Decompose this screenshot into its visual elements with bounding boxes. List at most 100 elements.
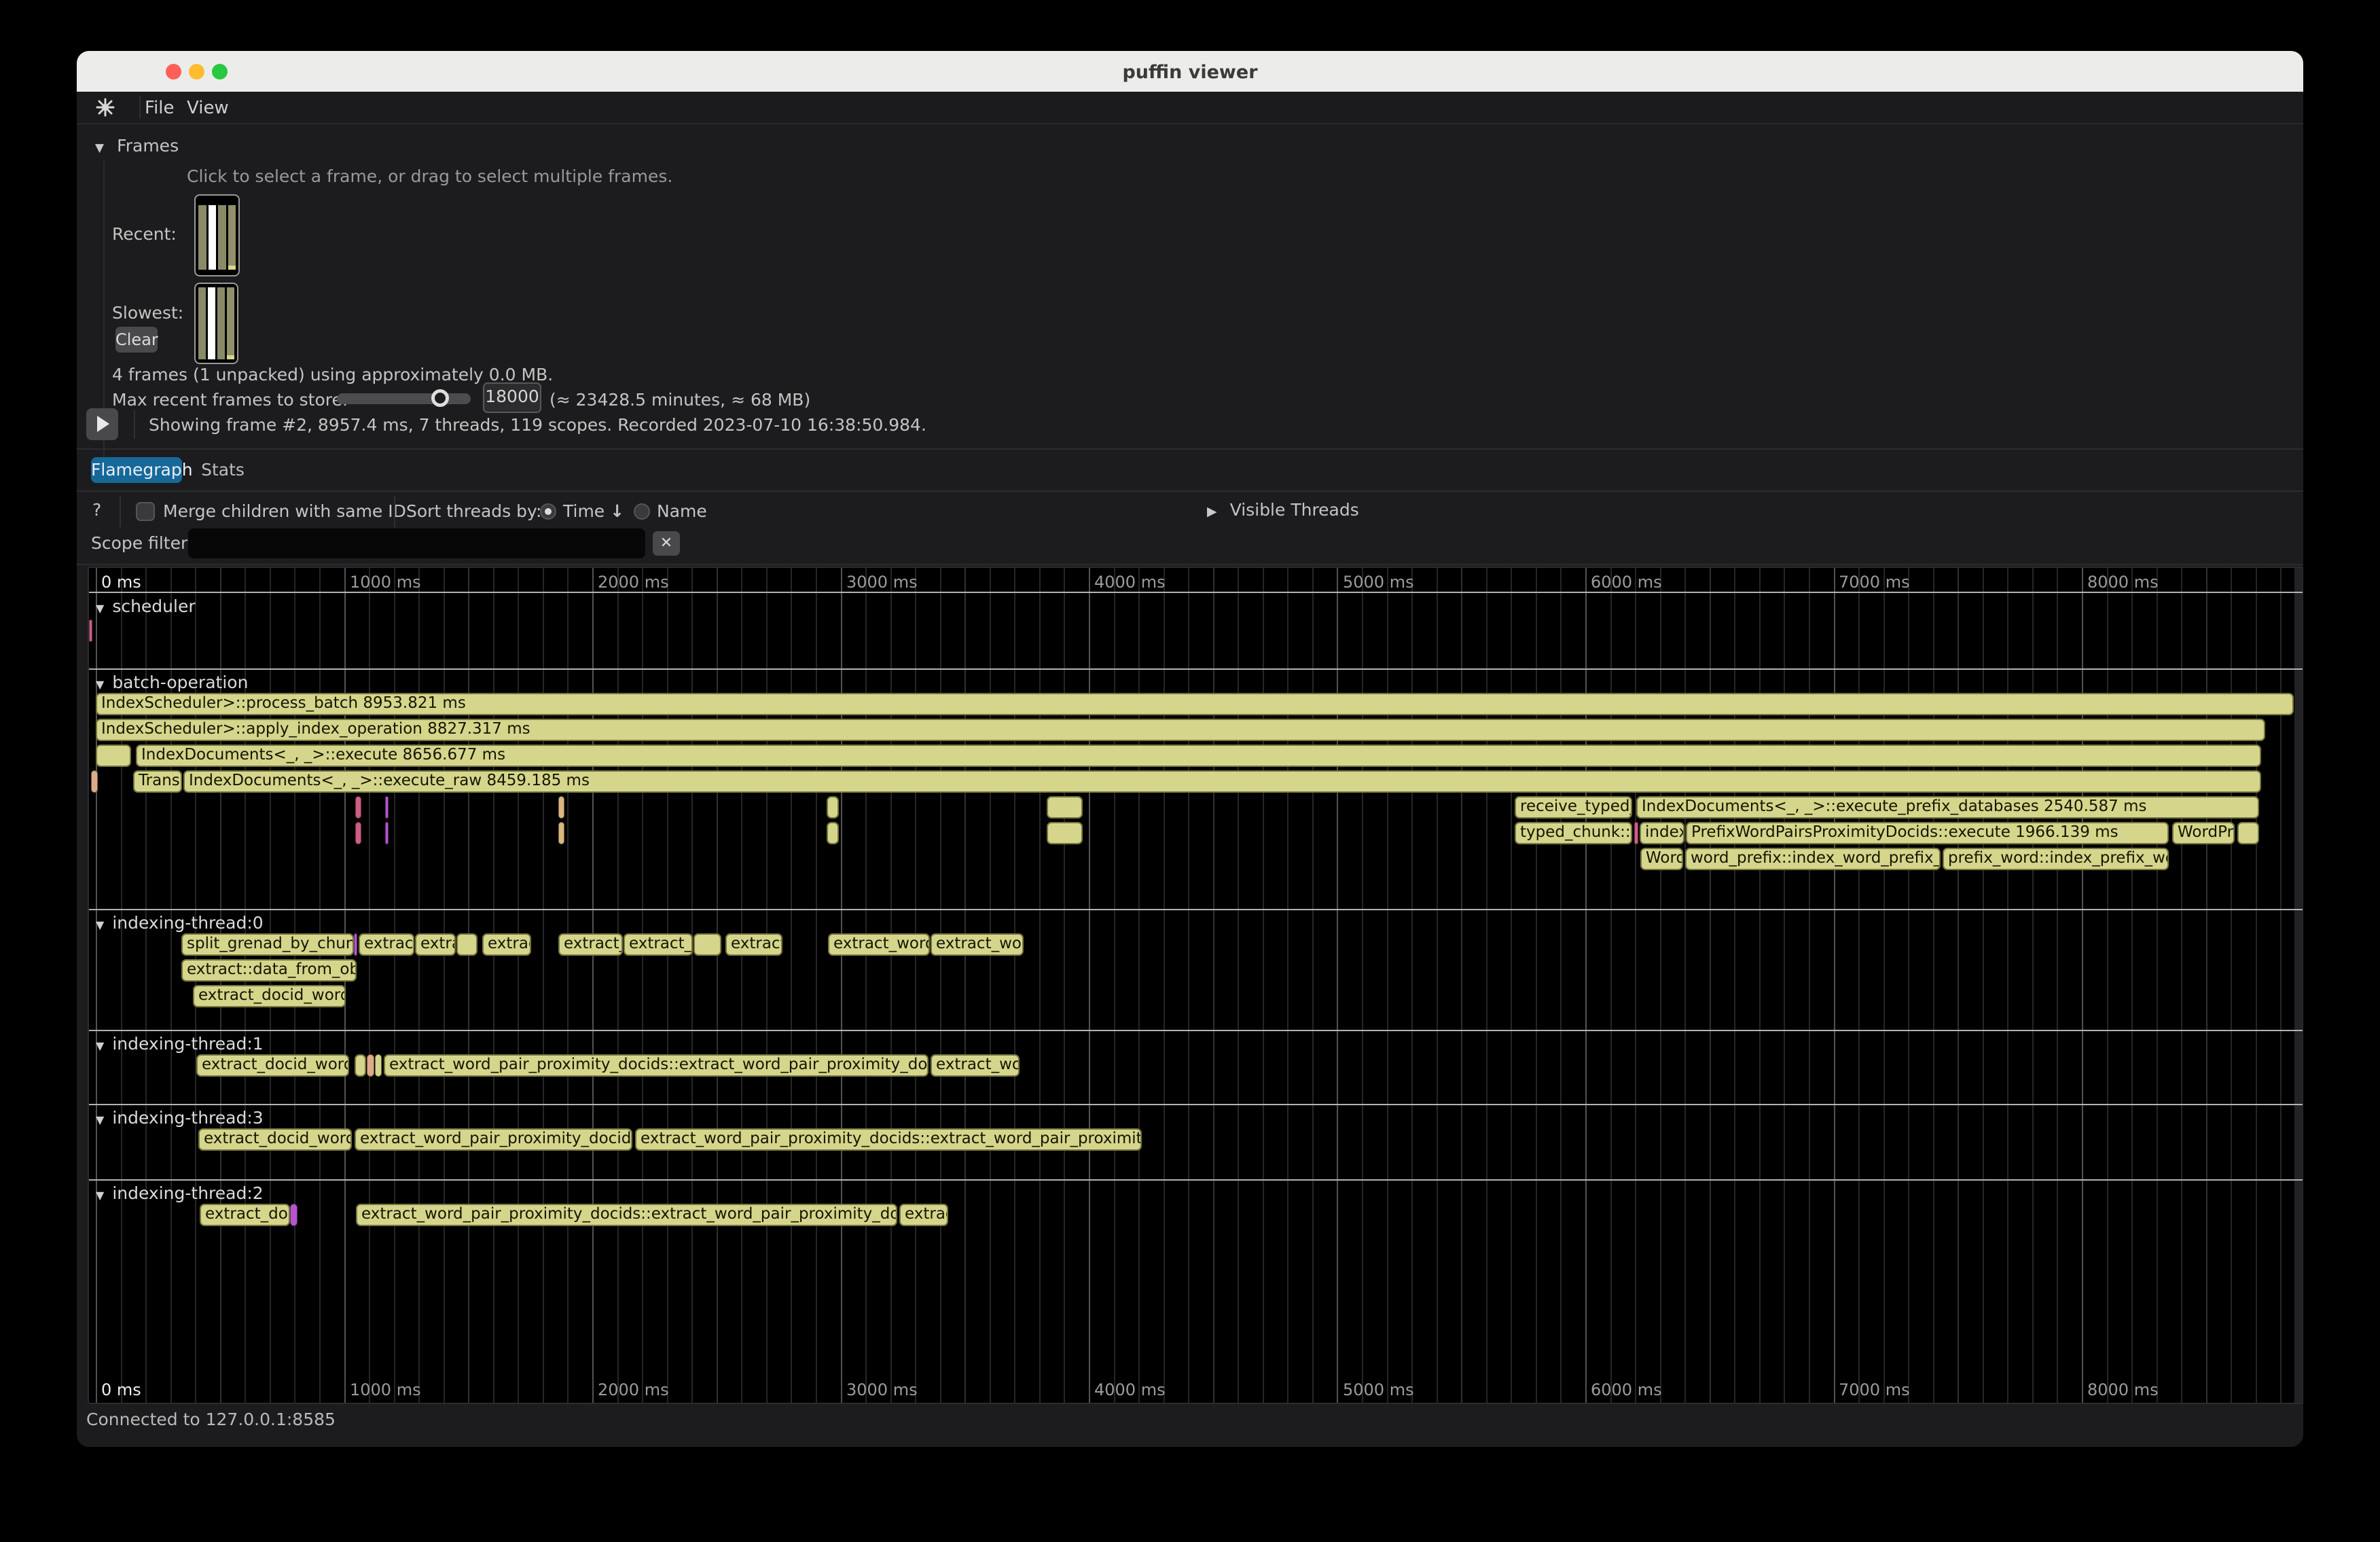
flamegraph-canvas[interactable]: 0 ms0 ms1000 ms1000 ms2000 ms2000 ms3000… <box>88 567 2303 1404</box>
scope-bar[interactable]: extract <box>359 933 414 956</box>
merge-children-checkbox[interactable] <box>136 502 155 521</box>
help-button[interactable]: ? <box>92 500 101 520</box>
scope-bar[interactable]: PrefixWordPairsProximityDocids::execute … <box>1686 822 2169 844</box>
frame-thumbnail-bar[interactable] <box>209 205 217 270</box>
scope-bar[interactable] <box>385 822 389 844</box>
scope-bar[interactable] <box>385 796 389 819</box>
scope-bar[interactable] <box>2237 822 2259 844</box>
scope-bar[interactable]: IndexDocuments<_, _>::execute 8656.677 m… <box>136 745 2261 767</box>
slowest-frames-thumbnail[interactable] <box>194 283 238 364</box>
scope-bar[interactable]: extract_word <box>828 933 930 956</box>
tab-flamegraph[interactable]: Flamegraph <box>91 457 182 483</box>
collapse-right-triangle-icon: ▶ <box>1207 504 1217 519</box>
collapse-triangle-icon: ▼ <box>96 1039 104 1052</box>
scope-bar[interactable]: index <box>1640 822 1684 844</box>
frame-thumbnail-bar[interactable] <box>198 287 206 359</box>
menu-divider <box>139 96 141 119</box>
scope-bar[interactable]: extract_docid_word <box>196 1054 349 1077</box>
max-frames-value[interactable]: 18000 <box>483 382 541 413</box>
scope-bar[interactable]: receive_typed_ <box>1515 796 1632 819</box>
scope-bar[interactable] <box>693 933 721 956</box>
scope-bar[interactable]: extract_wo <box>931 933 1024 956</box>
scope-bar[interactable]: extrac <box>482 933 531 956</box>
theme-sun-icon[interactable] <box>96 98 115 120</box>
max-frames-slider-knob[interactable] <box>431 389 449 407</box>
thread-header-batch-operation[interactable]: ▼batch-operation <box>96 673 248 692</box>
scope-bar[interactable] <box>558 796 564 819</box>
visible-threads-header[interactable]: ▶ Visible Threads <box>1207 500 1359 520</box>
scope-bar[interactable]: extract_ <box>558 933 623 956</box>
play-button[interactable] <box>86 408 118 440</box>
menu-item-view[interactable]: View <box>187 98 229 118</box>
scope-bar[interactable]: word_prefix::index_word_prefix_ <box>1685 848 1941 870</box>
tab-stats[interactable]: Stats <box>192 457 253 483</box>
scope-bar[interactable]: IndexDocuments<_, _>::execute_prefix_dat… <box>1636 796 2259 819</box>
scope-bar[interactable]: extract::data_from_ob <box>181 959 357 982</box>
scope-bar[interactable]: extract_word_pair_proximity_docids <box>355 1128 632 1151</box>
scope-bar[interactable]: extrac <box>899 1204 948 1226</box>
frame-thumbnail-bar[interactable] <box>227 287 234 359</box>
sort-option-label: Time ↓ <box>563 501 624 521</box>
scope-bar[interactable] <box>827 822 839 844</box>
clear-filter-button[interactable]: ✕ <box>653 531 680 556</box>
sort-radio-time[interactable] <box>540 503 556 520</box>
scope-bar[interactable]: IndexScheduler>::apply_index_operation 8… <box>96 719 2265 741</box>
scope-bar[interactable]: WordPr <box>2172 822 2235 844</box>
thread-header-scheduler[interactable]: ▼scheduler <box>96 596 196 616</box>
thread-header-indexing-thread-0[interactable]: ▼indexing-thread:0 <box>96 913 264 933</box>
scope-bar[interactable] <box>290 1204 298 1226</box>
scope-bar[interactable]: typed_chunk::w <box>1515 822 1632 844</box>
frame-thumbnail-bar[interactable] <box>228 205 236 270</box>
scope-bar[interactable] <box>1634 822 1638 844</box>
plot-scroll-strip[interactable] <box>2294 568 2303 1403</box>
frame-thumbnail-bar[interactable] <box>208 287 215 359</box>
scope-bar[interactable]: extract_docid_word <box>198 1128 352 1151</box>
scope-bar[interactable]: split_grenad_by_chun <box>181 933 354 956</box>
thread-header-indexing-thread-3[interactable]: ▼indexing-thread:3 <box>96 1108 264 1128</box>
scope-bar[interactable]: extract_word_pair_proximity_docids::extr… <box>635 1128 1142 1151</box>
thread-header-indexing-thread-1[interactable]: ▼indexing-thread:1 <box>96 1034 264 1054</box>
scope-bar[interactable]: extract_word_pair_proximity_docids::extr… <box>356 1204 897 1226</box>
scope-bar[interactable] <box>355 1054 366 1077</box>
scope-bar[interactable]: IndexScheduler>::process_batch 8953.821 … <box>96 693 2294 715</box>
scope-bar[interactable] <box>558 822 564 844</box>
scope-bar[interactable]: extract_word_pair_proximity_docids::extr… <box>384 1054 928 1077</box>
scope-filter-input[interactable] <box>188 528 645 558</box>
scope-bar[interactable]: extra <box>415 933 456 956</box>
scope-bar[interactable] <box>367 1054 374 1077</box>
scope-bar[interactable]: extract_wo <box>931 1054 1020 1077</box>
frame-thumbnail-bar[interactable] <box>218 205 226 270</box>
scope-bar[interactable] <box>1047 822 1083 844</box>
menu-bar: File View <box>77 92 2303 124</box>
scope-bar[interactable] <box>89 620 92 642</box>
scope-bar[interactable]: extract_doc <box>200 1204 290 1226</box>
scope-bar[interactable] <box>355 796 361 819</box>
frame-thumbnail-bar[interactable] <box>198 205 206 270</box>
sort-threads-label: Sort threads by: <box>406 501 541 521</box>
frame-thumbnail-bar[interactable] <box>217 287 225 359</box>
scope-bar[interactable] <box>355 822 361 844</box>
scope-bar[interactable] <box>827 796 839 819</box>
clear-button[interactable]: Clear <box>115 327 158 353</box>
scope-bar[interactable] <box>91 770 98 793</box>
frames-header[interactable]: ▼ Frames <box>95 136 179 156</box>
thread-header-indexing-thread-2[interactable]: ▼indexing-thread:2 <box>96 1183 264 1203</box>
scope-bar[interactable]: Trans <box>133 770 182 793</box>
menu-item-file[interactable]: File <box>145 98 175 118</box>
scope-bar[interactable]: extract_docid_word <box>193 985 346 1007</box>
scope-bar[interactable] <box>354 933 357 956</box>
controls-divider2 <box>394 496 395 527</box>
scope-bar[interactable]: extract_ <box>624 933 693 956</box>
scope-bar[interactable] <box>1047 796 1083 819</box>
axis-tick-label: 5000 ms <box>1343 573 1414 592</box>
scope-bar[interactable] <box>375 1054 382 1077</box>
max-frames-slider-track[interactable] <box>337 393 471 404</box>
sort-radio-name[interactable] <box>634 503 650 520</box>
scope-bar[interactable]: extract <box>725 933 782 956</box>
scope-bar[interactable]: prefix_word::index_prefix_wo <box>1943 848 2169 870</box>
scope-bar[interactable]: IndexDocuments<_, _>::execute_raw 8459.1… <box>183 770 2261 793</box>
scope-bar[interactable] <box>456 933 477 956</box>
scope-bar[interactable]: Word <box>1640 848 1683 870</box>
recent-frames-thumbnail[interactable] <box>194 194 240 276</box>
scope-bar[interactable] <box>96 745 131 767</box>
